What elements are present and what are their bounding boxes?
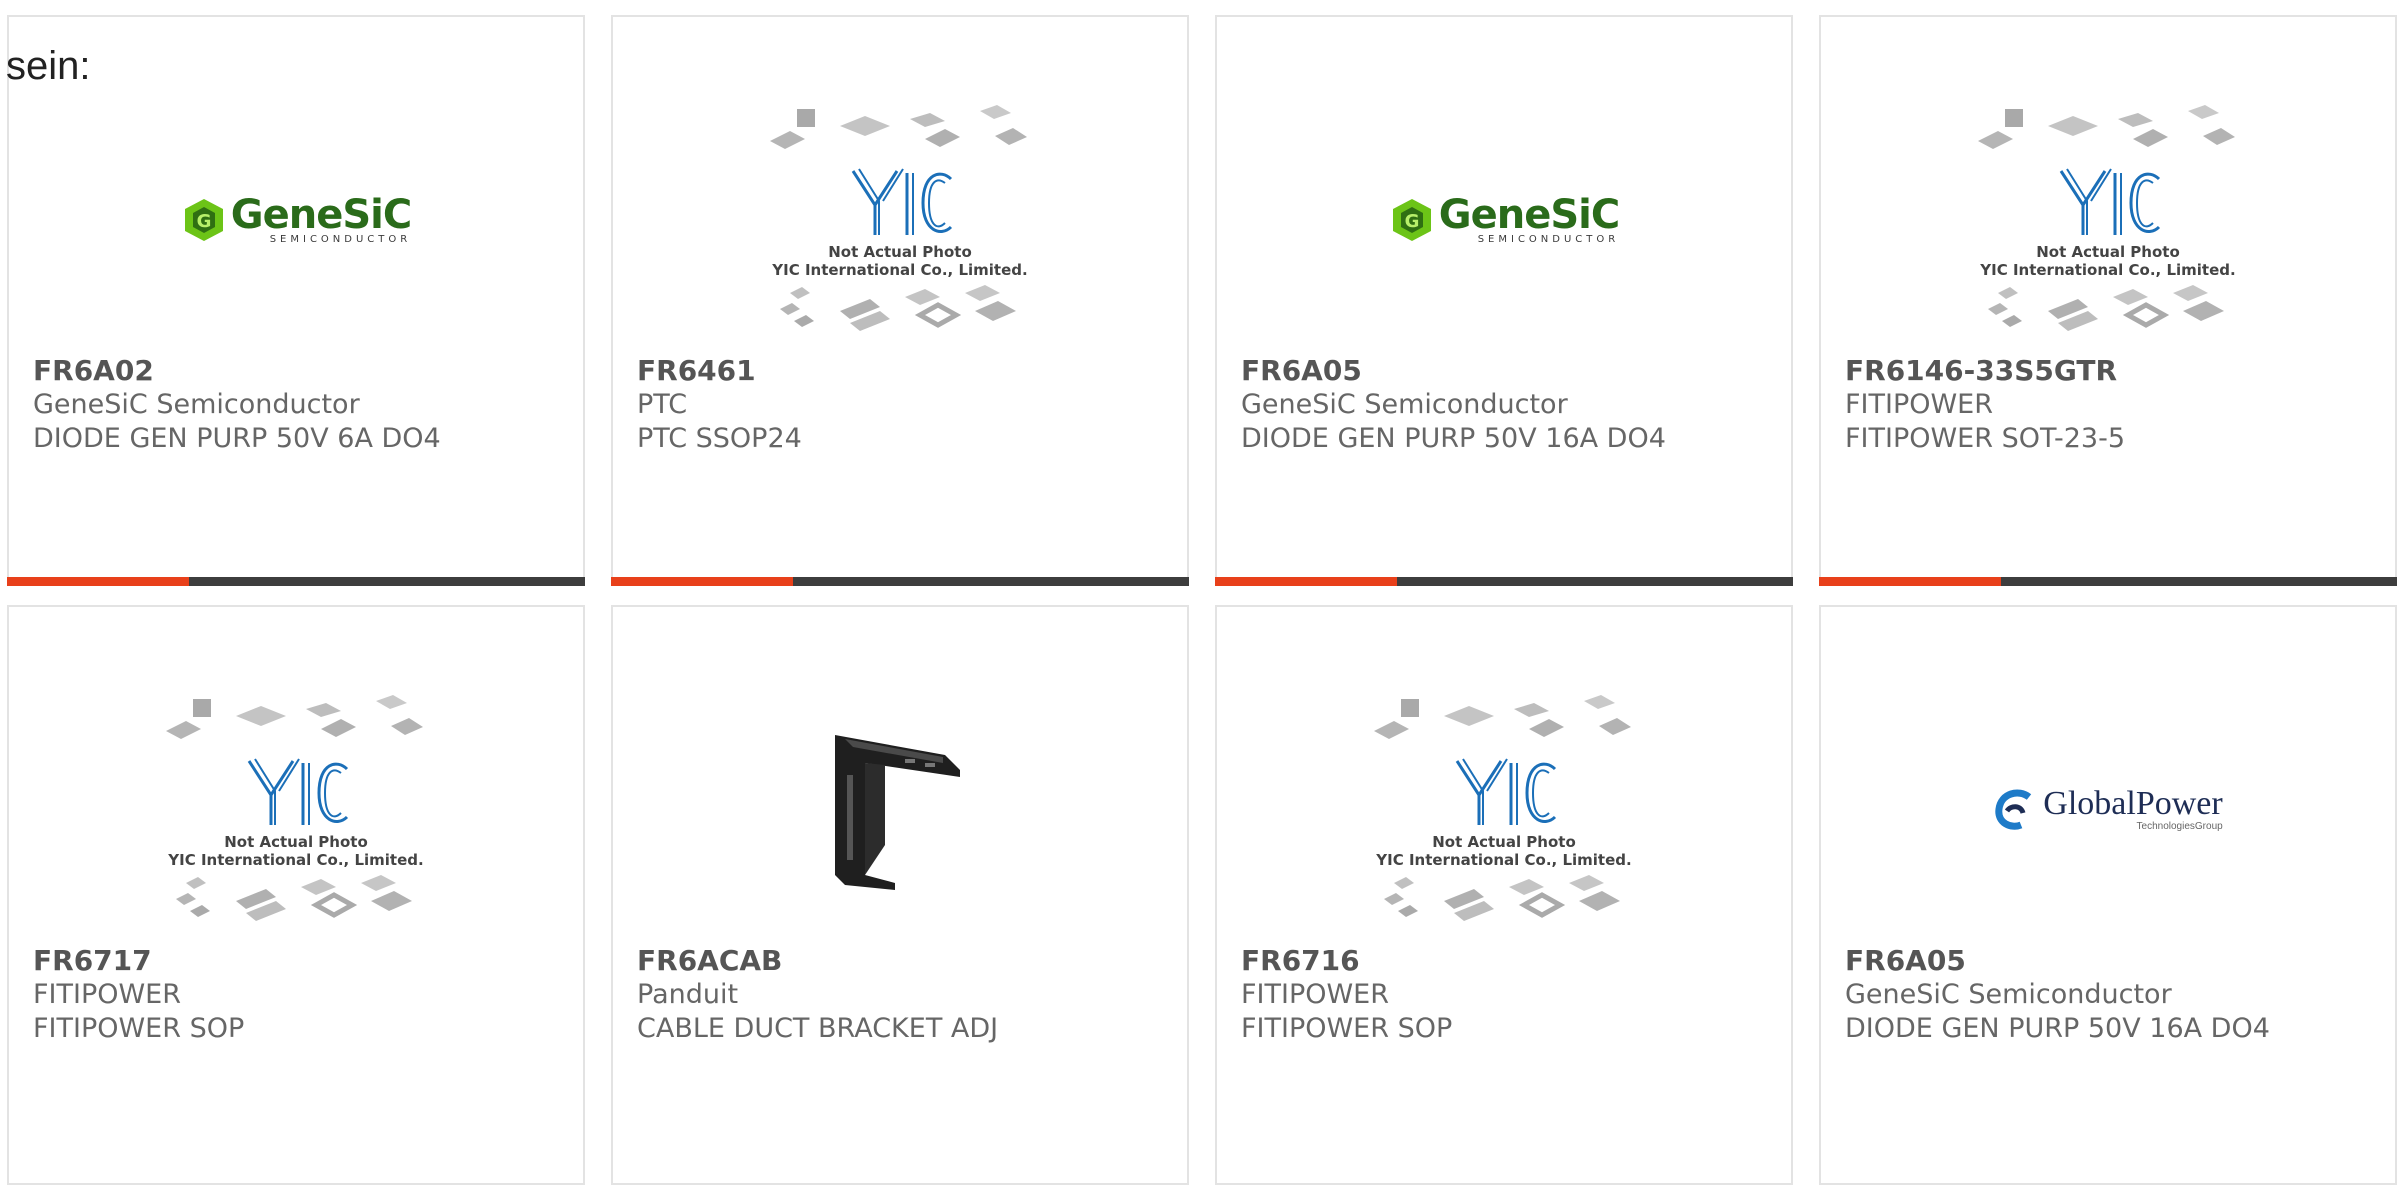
svg-text:G: G <box>1404 211 1419 232</box>
product-card[interactable]: Not Actual Photo YIC International Co., … <box>1215 605 1793 1185</box>
product-card[interactable]: FR6ACAB Panduit CABLE DUCT BRACKET ADJ <box>611 605 1189 1185</box>
chip-packages-top-icon <box>166 694 423 739</box>
card-bottom-bar <box>1215 577 1793 586</box>
card-bottom-bar <box>1819 577 2397 586</box>
description: FITIPOWER SOP <box>33 1013 245 1044</box>
part-number[interactable]: FR6461 <box>637 354 1177 388</box>
yic-caption-line1: Not Actual Photo <box>224 832 368 851</box>
svg-text:G: G <box>196 211 211 232</box>
description: DIODE GEN PURP 50V 6A DO4 <box>33 423 441 454</box>
chip-packages-top-icon <box>1978 104 2235 149</box>
yic-logo-icon <box>247 757 349 825</box>
manufacturer: GeneSiC Semiconductor <box>33 389 360 420</box>
part-number[interactable]: FR6717 <box>33 944 573 978</box>
globalpower-logo: GlobalPower TechnologiesGroup <box>1993 785 2223 832</box>
product-image[interactable]: GlobalPower TechnologiesGroup <box>1821 667 2395 952</box>
globalpower-submark: TechnologiesGroup <box>2136 821 2223 832</box>
product-image[interactable]: G GeneSiC SEMICONDUCTOR <box>9 77 583 362</box>
part-number[interactable]: FR6716 <box>1241 944 1781 978</box>
yic-placeholder-image: Not Actual Photo YIC International Co., … <box>156 691 436 929</box>
product-card[interactable]: Not Actual Photo YIC International Co., … <box>7 605 585 1185</box>
manufacturer: GeneSiC Semiconductor <box>1241 389 1568 420</box>
part-number[interactable]: FR6A05 <box>1241 354 1781 388</box>
chip-packages-bottom-icon <box>1988 284 2224 331</box>
genesic-hex-icon: G <box>184 198 223 241</box>
product-card[interactable]: G GeneSiC SEMICONDUCTOR FR6A02 GeneSiC S… <box>7 15 585 586</box>
intro-text: sein: <box>6 44 91 88</box>
description: FITIPOWER SOP <box>1241 1013 1453 1044</box>
globalpower-wordmark: GlobalPower <box>2043 785 2223 822</box>
yic-caption-line2: YIC International Co., Limited. <box>772 260 1028 279</box>
manufacturer: GeneSiC Semiconductor <box>1845 979 2172 1010</box>
description: CABLE DUCT BRACKET ADJ <box>637 1013 999 1044</box>
product-image[interactable]: Not Actual Photo YIC International Co., … <box>1217 667 1791 952</box>
manufacturer: PTC <box>637 389 688 420</box>
description: FITIPOWER SOT-23-5 <box>1845 423 2126 454</box>
genesic-wordmark: GeneSiC <box>230 191 412 238</box>
product-image[interactable]: G GeneSiC SEMICONDUCTOR <box>1217 77 1791 362</box>
part-number[interactable]: FR6A05 <box>1845 944 2385 978</box>
chip-packages-bottom-icon <box>1384 874 1620 921</box>
product-image[interactable]: Not Actual Photo YIC International Co., … <box>613 77 1187 362</box>
description: PTC SSOP24 <box>637 423 802 454</box>
part-number[interactable]: FR6146-33S5GTR <box>1845 354 2385 388</box>
yic-caption-line2: YIC International Co., Limited. <box>1980 260 2236 279</box>
manufacturer: FITIPOWER <box>1241 979 1389 1010</box>
genesic-wordmark: GeneSiC <box>1438 191 1620 238</box>
card-bottom-bar <box>611 577 1189 586</box>
chip-packages-top-icon <box>770 104 1027 149</box>
manufacturer: FITIPOWER <box>1845 389 1993 420</box>
genesic-logo: G GeneSiC SEMICONDUCTOR <box>1389 191 1620 245</box>
product-card[interactable]: G GeneSiC SEMICONDUCTOR FR6A05 GeneSiC S… <box>1215 15 1793 586</box>
genesic-hex-icon: G <box>1392 198 1431 241</box>
manufacturer: FITIPOWER <box>33 979 181 1010</box>
yic-logo-icon <box>1455 757 1557 825</box>
card-bottom-bar <box>7 577 585 586</box>
product-card[interactable]: Not Actual Photo YIC International Co., … <box>611 15 1189 586</box>
description: DIODE GEN PURP 50V 16A DO4 <box>1241 423 1666 454</box>
cable-duct-bracket-image <box>835 734 960 890</box>
yic-logo-icon <box>851 167 953 235</box>
genesic-logo: G GeneSiC SEMICONDUCTOR <box>181 191 412 245</box>
part-number[interactable]: FR6ACAB <box>637 944 1177 978</box>
globalpower-swirl-icon <box>1995 789 2032 830</box>
product-image[interactable] <box>613 667 1187 952</box>
yic-caption-line1: Not Actual Photo <box>2036 242 2180 261</box>
chip-packages-top-icon <box>1374 694 1631 739</box>
product-image[interactable]: Not Actual Photo YIC International Co., … <box>9 667 583 952</box>
yic-caption-line2: YIC International Co., Limited. <box>1376 850 1632 869</box>
chip-packages-bottom-icon <box>176 874 412 921</box>
yic-placeholder-image: Not Actual Photo YIC International Co., … <box>760 101 1040 339</box>
yic-caption-line1: Not Actual Photo <box>828 242 972 261</box>
manufacturer: Panduit <box>637 979 739 1010</box>
product-image[interactable]: Not Actual Photo YIC International Co., … <box>1821 77 2395 362</box>
yic-caption-line1: Not Actual Photo <box>1432 832 1576 851</box>
yic-logo-icon <box>2059 167 2161 235</box>
description: DIODE GEN PURP 50V 16A DO4 <box>1845 1013 2270 1044</box>
product-card[interactable]: Not Actual Photo YIC International Co., … <box>1819 15 2397 586</box>
product-card[interactable]: GlobalPower TechnologiesGroup FR6A05 Gen… <box>1819 605 2397 1185</box>
yic-placeholder-image: Not Actual Photo YIC International Co., … <box>1968 101 2248 339</box>
yic-caption-line2: YIC International Co., Limited. <box>168 850 424 869</box>
yic-placeholder-image: Not Actual Photo YIC International Co., … <box>1364 691 1644 929</box>
part-number[interactable]: FR6A02 <box>33 354 573 388</box>
chip-packages-bottom-icon <box>780 284 1016 331</box>
